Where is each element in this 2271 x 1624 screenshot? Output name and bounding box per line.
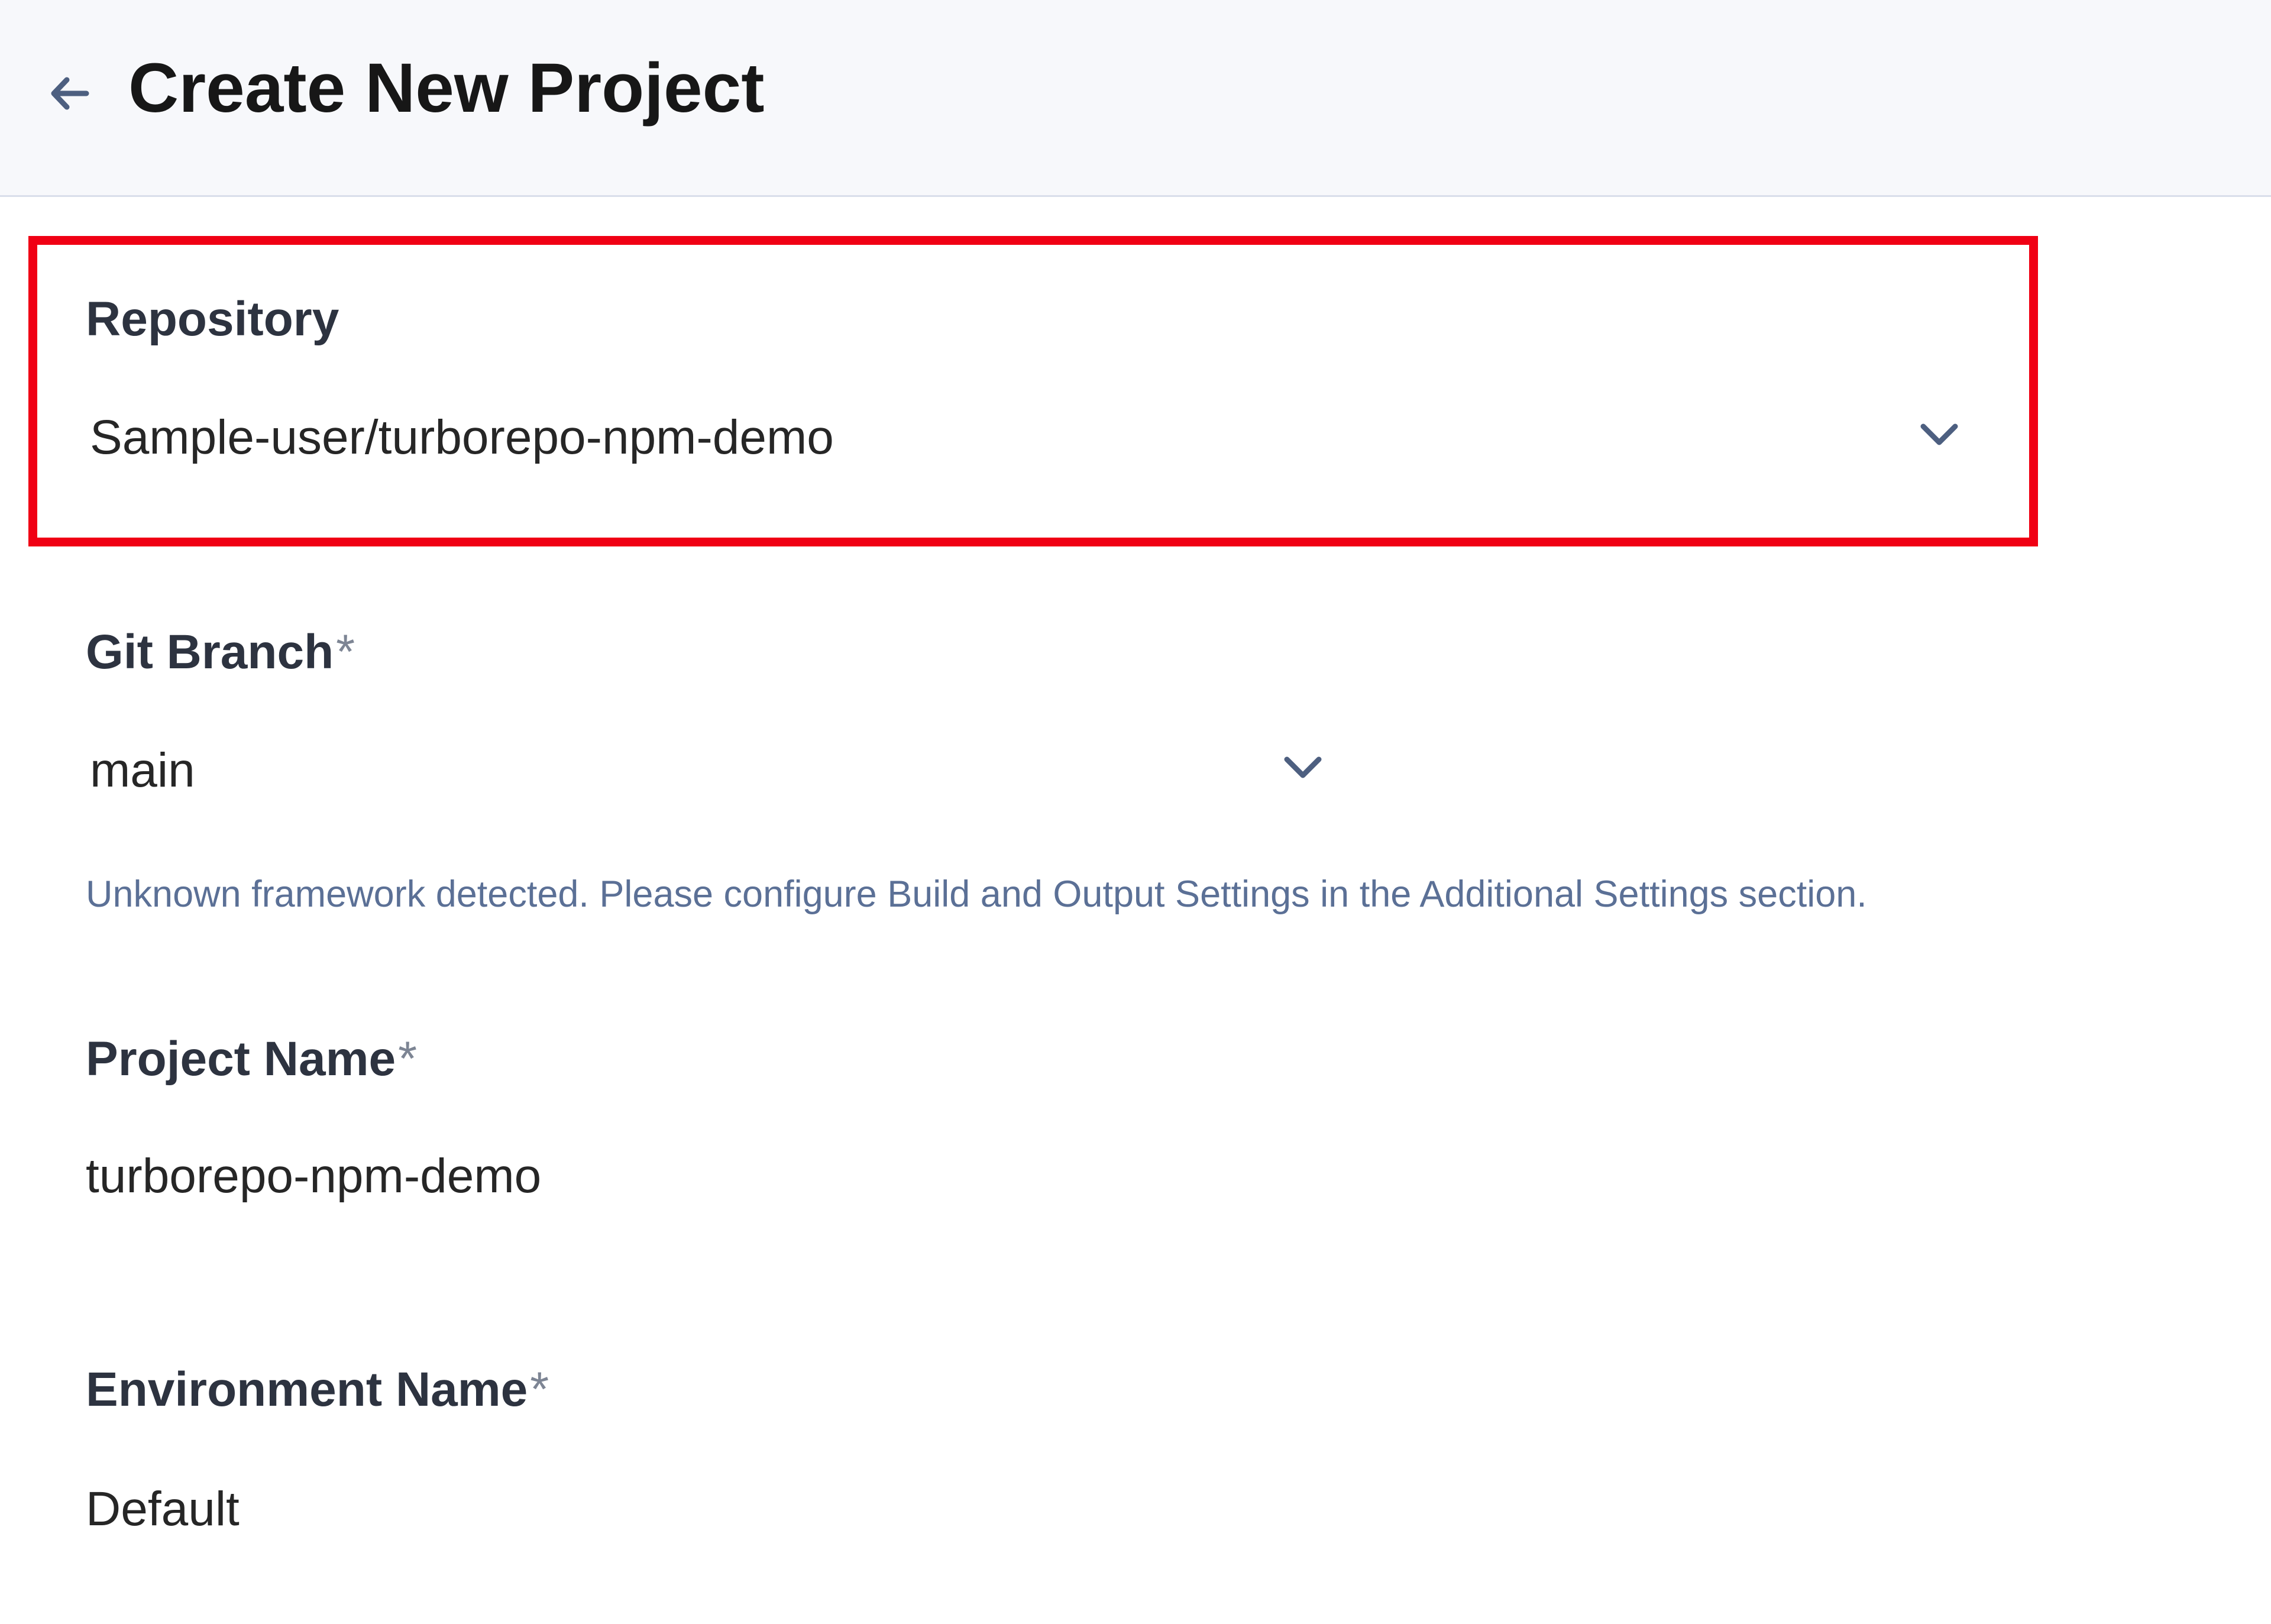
environment-name-label: Environment Name* <box>86 1362 549 1418</box>
repository-highlight-box <box>28 236 2038 546</box>
project-name-label: Project Name* <box>86 1031 417 1087</box>
git-branch-label: Git Branch* <box>86 625 355 680</box>
repository-select[interactable]: Sample-user/turborepo-npm-demo <box>86 400 1969 471</box>
page-title: Create New Project <box>128 49 765 127</box>
environment-name-input[interactable]: Default <box>86 1481 240 1537</box>
project-name-label-text: Project Name <box>86 1032 396 1086</box>
required-marker: * <box>530 1363 549 1416</box>
git-branch-label-text: Git Branch <box>86 625 334 679</box>
chevron-down-icon <box>1284 756 1322 778</box>
required-marker: * <box>398 1032 418 1086</box>
environment-name-label-text: Environment Name <box>86 1363 528 1416</box>
repository-label: Repository <box>86 292 339 346</box>
git-branch-select[interactable]: main <box>86 733 1351 804</box>
arrow-left-icon[interactable] <box>46 69 95 118</box>
required-marker: * <box>336 625 355 679</box>
chevron-down-icon <box>1920 423 1958 445</box>
page-header: Create New Project <box>0 0 2271 197</box>
project-name-input[interactable]: turborepo-npm-demo <box>86 1149 541 1204</box>
framework-notice: Unknown framework detected. Please confi… <box>86 874 1867 915</box>
repository-value: Sample-user/turborepo-npm-demo <box>90 410 834 464</box>
git-branch-value: main <box>90 743 195 797</box>
